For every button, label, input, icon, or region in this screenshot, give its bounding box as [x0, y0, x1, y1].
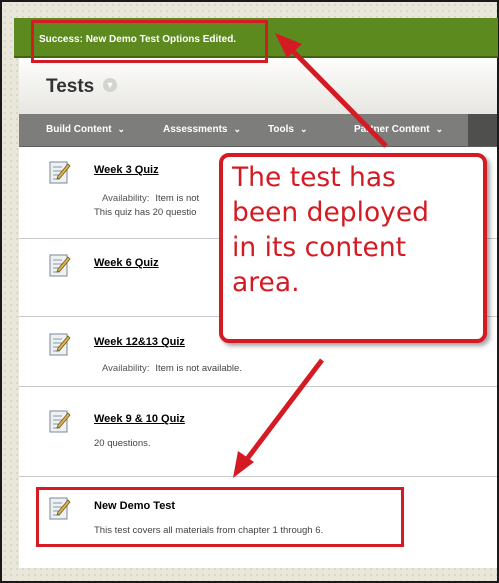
callout-line: been deployed	[232, 197, 429, 228]
arrow-to-new-test-line	[242, 358, 324, 465]
arrow-to-success-line	[286, 44, 388, 148]
callout-line: The test has	[232, 162, 396, 193]
callout-line: area.	[232, 267, 300, 298]
callout-text: The test has been deployed in its conten…	[232, 160, 482, 300]
callout-line: in its content	[232, 232, 407, 263]
